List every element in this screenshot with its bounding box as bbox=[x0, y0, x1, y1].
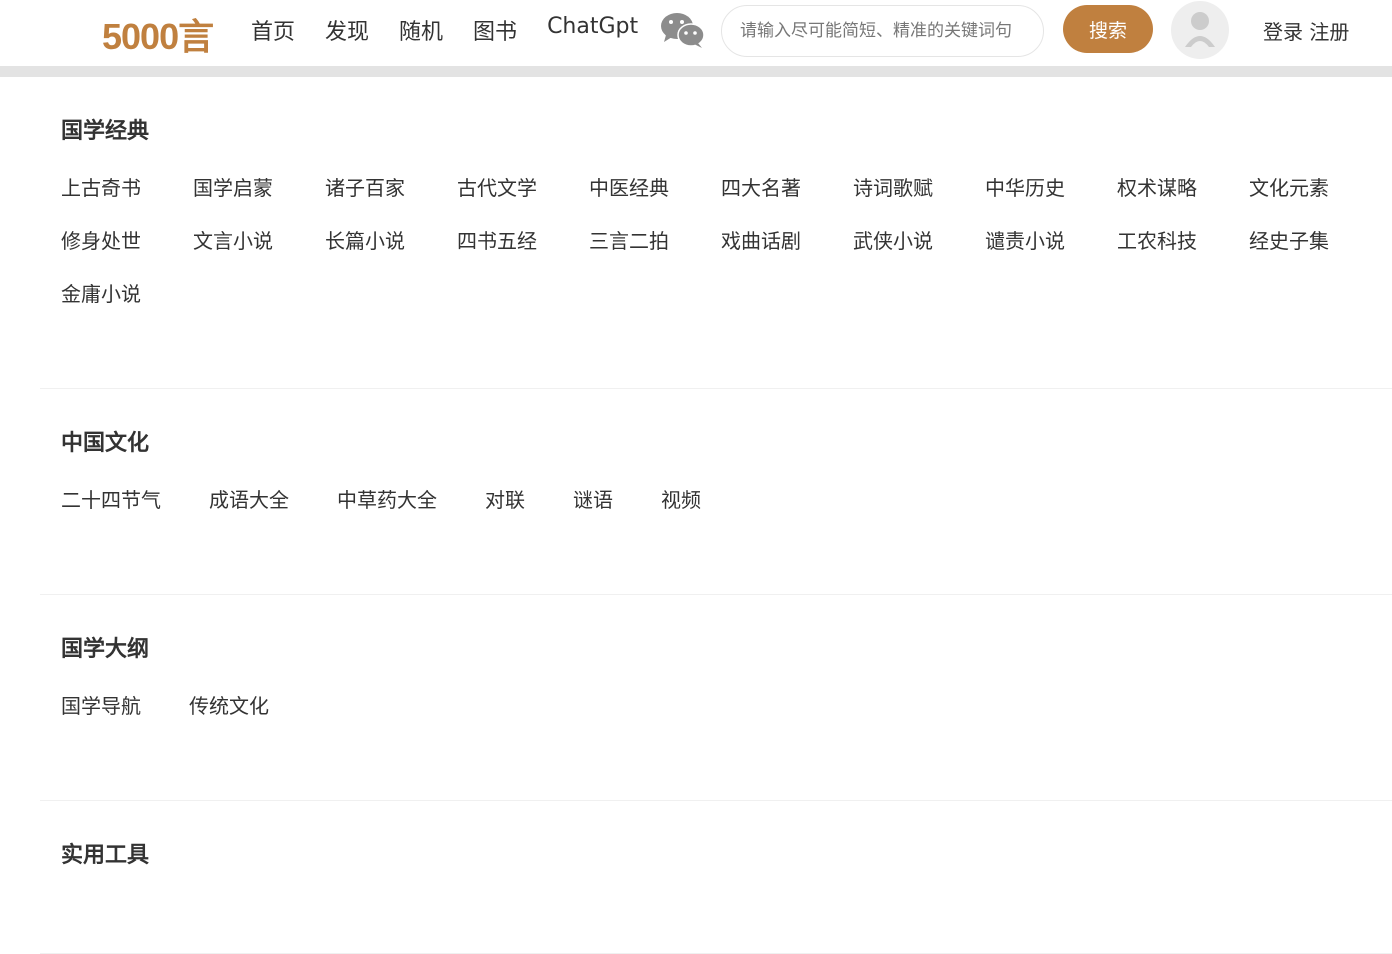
nav-random[interactable]: 随机 bbox=[399, 14, 443, 46]
category-link[interactable]: 古代文学 bbox=[457, 177, 589, 230]
category-link[interactable]: 中华历史 bbox=[985, 177, 1117, 230]
category-link[interactable]: 长篇小说 bbox=[325, 230, 457, 283]
section-title: 中国文化 bbox=[61, 431, 150, 456]
category-link[interactable]: 戏曲话剧 bbox=[721, 230, 853, 283]
category-link[interactable]: 二十四节气 bbox=[61, 489, 161, 542]
category-link[interactable]: 金庸小说 bbox=[61, 283, 193, 336]
category-list: 上古奇书 国学启蒙 诸子百家 古代文学 中医经典 四大名著 诗词歌赋 中华历史 权术谋略 文化元素… bbox=[61, 177, 1381, 336]
category-link[interactable]: 国学启蒙 bbox=[193, 177, 325, 230]
category-link[interactable]: 中草药大全 bbox=[337, 489, 437, 542]
category-link[interactable]: 成语大全 bbox=[209, 489, 289, 542]
category-link[interactable]: 传统文化 bbox=[189, 695, 269, 748]
category-link[interactable]: 视频 bbox=[661, 489, 701, 542]
user-icon bbox=[1185, 12, 1215, 47]
logo[interactable]: 5000言 bbox=[102, 8, 214, 60]
search-button[interactable]: 搜索 bbox=[1063, 5, 1153, 53]
section-guoxue-outline: 国学大纲 国学导航 传统文化 bbox=[40, 595, 1392, 801]
section-guoxue-classics: 国学经典 上古奇书 国学启蒙 诸子百家 古代文学 中医经典 四大名著 诗词歌赋 中华历史 权术谋… bbox=[40, 77, 1392, 389]
category-link[interactable]: 经史子集 bbox=[1249, 230, 1381, 283]
category-link[interactable]: 上古奇书 bbox=[61, 177, 193, 230]
category-link[interactable]: 国学导航 bbox=[61, 695, 141, 748]
nav-books[interactable]: 图书 bbox=[473, 14, 517, 46]
category-link[interactable]: 文言小说 bbox=[193, 230, 325, 283]
category-link[interactable]: 谜语 bbox=[573, 489, 613, 542]
category-link[interactable]: 谴责小说 bbox=[985, 230, 1117, 283]
login-link[interactable]: 登录 bbox=[1263, 20, 1303, 44]
category-link[interactable]: 四书五经 bbox=[457, 230, 589, 283]
main-nav: 首页 发现 随机 图书 ChatGpt bbox=[251, 14, 668, 46]
header-divider bbox=[0, 66, 1392, 77]
auth-links: 登录 注册 bbox=[1263, 16, 1349, 45]
header: 5000言 首页 发现 随机 图书 ChatGpt 搜索 登录 注册 bbox=[0, 0, 1392, 66]
register-link[interactable]: 注册 bbox=[1309, 20, 1349, 44]
section-title: 实用工具 bbox=[61, 843, 150, 868]
category-link[interactable]: 三言二拍 bbox=[589, 230, 721, 283]
category-link[interactable]: 文化元素 bbox=[1249, 177, 1381, 230]
category-link[interactable]: 武侠小说 bbox=[853, 230, 985, 283]
section-chinese-culture: 中国文化 二十四节气 成语大全 中草药大全 对联 谜语 视频 bbox=[40, 389, 1392, 595]
category-link[interactable]: 四大名著 bbox=[721, 177, 853, 230]
category-link[interactable]: 对联 bbox=[485, 489, 525, 542]
section-title: 国学大纲 bbox=[61, 637, 150, 662]
nav-home[interactable]: 首页 bbox=[251, 14, 295, 46]
category-link[interactable]: 中医经典 bbox=[589, 177, 721, 230]
avatar[interactable] bbox=[1171, 1, 1229, 59]
category-link[interactable]: 诗词歌赋 bbox=[853, 177, 985, 230]
section-title: 国学经典 bbox=[61, 119, 150, 144]
wechat-icon[interactable] bbox=[660, 11, 706, 49]
category-list: 国学导航 传统文化 bbox=[61, 695, 1392, 748]
category-link[interactable]: 工农科技 bbox=[1117, 230, 1249, 283]
category-link[interactable]: 修身处世 bbox=[61, 230, 193, 283]
category-list: 二十四节气 成语大全 中草药大全 对联 谜语 视频 bbox=[61, 489, 1392, 542]
section-tools: 实用工具 bbox=[40, 801, 1392, 954]
nav-discover[interactable]: 发现 bbox=[325, 14, 369, 46]
category-link[interactable]: 权术谋略 bbox=[1117, 177, 1249, 230]
search-input[interactable] bbox=[721, 5, 1044, 57]
nav-chatgpt[interactable]: ChatGpt bbox=[547, 14, 638, 46]
category-link[interactable]: 诸子百家 bbox=[325, 177, 457, 230]
